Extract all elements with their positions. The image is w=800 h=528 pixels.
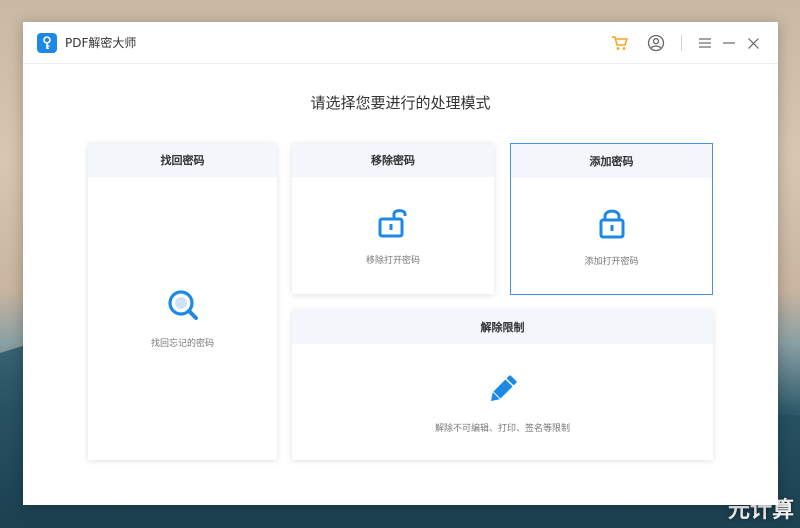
app-window: PDF解密大师 请选择您要进行的处理模式 找回密码 找回忘记的密码 移除密码 移…: [23, 22, 778, 505]
card-description: 找回忘记的密码: [150, 339, 214, 349]
pencil-icon: [485, 371, 521, 411]
mode-card-remove-password[interactable]: 移除密码 移除打开密码: [292, 143, 494, 294]
unlock-icon: [376, 205, 410, 243]
app-title: PDF解密大师: [65, 36, 137, 50]
mode-card-recover-password[interactable]: 找回密码 找回忘记的密码: [88, 143, 277, 460]
minimize-icon[interactable]: [718, 32, 740, 54]
mode-card-remove-restrictions[interactable]: 解除限制 解除不可编辑、打印、签名等限制: [292, 310, 713, 460]
card-body: 添加打开密码: [511, 178, 712, 294]
card-title: 找回密码: [88, 143, 277, 177]
title-bar: PDF解密大师: [23, 22, 778, 64]
card-title: 解除限制: [292, 310, 713, 344]
card-title: 移除密码: [292, 143, 494, 177]
close-icon[interactable]: [742, 32, 764, 54]
mode-card-add-password[interactable]: 添加密码 添加打开密码: [510, 143, 713, 295]
search-icon: [166, 288, 200, 326]
card-description: 添加打开密码: [584, 256, 639, 267]
cart-icon[interactable]: [609, 32, 631, 54]
title-bar-divider: [681, 35, 682, 51]
card-title: 添加密码: [511, 144, 712, 178]
page-heading: 请选择您要进行的处理模式: [310, 94, 491, 112]
card-body: 解除不可编辑、打印、签名等限制: [292, 344, 713, 460]
app-key-icon: [37, 32, 57, 53]
card-body: 移除打开密码: [292, 177, 494, 294]
card-description: 移除打开密码: [365, 256, 420, 266]
user-account-icon[interactable]: [645, 32, 667, 54]
menu-icon[interactable]: [694, 32, 716, 54]
title-bar-controls: [599, 22, 764, 64]
card-description: 解除不可编辑、打印、签名等限制: [434, 423, 570, 434]
lock-icon: [595, 206, 629, 244]
card-body: 找回忘记的密码: [88, 177, 277, 460]
